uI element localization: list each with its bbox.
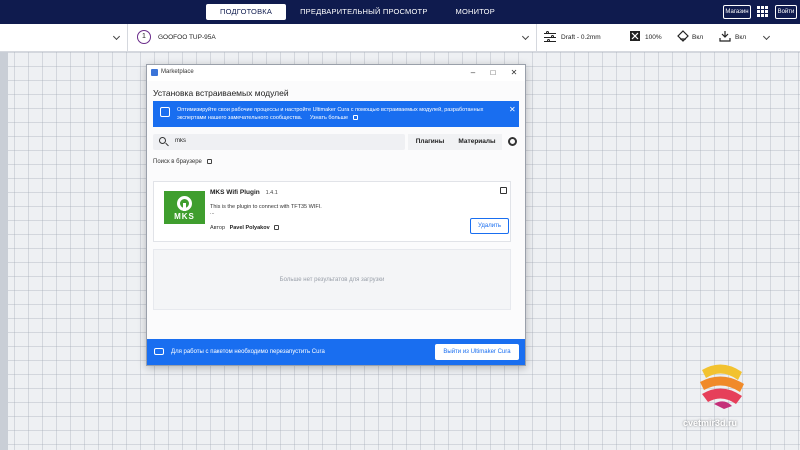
watermark-text: cvetmir3d.ru: [683, 418, 738, 428]
dialog-heading: Установка встраиваемых модулей: [153, 88, 289, 98]
plugin-name: MKS Wifi Plugin: [210, 189, 260, 196]
no-more-results: Больше нет результатов для загрузки: [153, 249, 511, 310]
window-titlebar: Marketplace – □ ✕: [147, 65, 525, 81]
adhesion-value[interactable]: Вкл: [735, 34, 746, 41]
app-icon: [151, 69, 158, 76]
tab-materials[interactable]: Материалы: [452, 134, 502, 150]
infill-icon: [630, 31, 640, 41]
package-icon: [154, 348, 164, 355]
marketplace-dialog: Marketplace – □ ✕ Установка встраиваемых…: [146, 64, 526, 366]
remove-plugin-button[interactable]: Удалить: [470, 218, 509, 234]
printer-selector[interactable]: GOOFOO TUP-95A: [158, 34, 216, 41]
tab-plugins[interactable]: Плагины: [408, 134, 452, 150]
adhesion-icon: [719, 31, 731, 42]
info-banner: Оптимизируйте свои рабочие процессы и на…: [153, 101, 519, 127]
open-external-icon[interactable]: [500, 187, 507, 194]
minimize-icon[interactable]: –: [463, 67, 483, 79]
restart-message: Для работы с пакетом необходимо перезапу…: [171, 349, 325, 355]
plugin-author-line: Автор Pavel Polyakov: [210, 225, 280, 231]
tab-monitor[interactable]: МОНИТОР: [442, 4, 509, 20]
logo-keyhole: [183, 203, 186, 211]
external-link-icon: [206, 159, 212, 164]
quit-cura-button[interactable]: Выйти из Ultimaker Cura: [435, 344, 519, 360]
gear-icon[interactable]: [508, 137, 517, 146]
window-title: Marketplace: [161, 69, 194, 75]
plugin-card: MKS MKS Wifi Plugin 1.4.1 This is the pl…: [153, 181, 511, 242]
marketplace-button[interactable]: Магазин: [723, 5, 751, 19]
logo-text: MKS: [174, 212, 195, 221]
infill-value[interactable]: 100%: [645, 34, 662, 41]
printer-extruder-badge: 1: [137, 30, 151, 44]
search-in-browser-label: Поиск в браузере: [153, 159, 202, 166]
watermark-logo: [700, 364, 744, 409]
banner-text-block: Оптимизируйте свои рабочие процессы и на…: [177, 106, 507, 122]
login-button[interactable]: Войти: [775, 5, 797, 19]
toolbar: 1 GOOFOO TUP-95A Draft - 0.2mm 100% Вкл …: [0, 24, 800, 52]
chevron-down-icon: [112, 32, 121, 41]
support-value[interactable]: Вкл: [692, 34, 703, 41]
stage-tabs: ПОДГОТОВКА ПРЕДВАРИТЕЛЬНЫЙ ПРОСМОТР МОНИ…: [206, 4, 509, 20]
plugin-description: This is the plugin to connect with TFT35…: [210, 204, 322, 210]
plugin-title: MKS Wifi Plugin 1.4.1: [210, 189, 278, 196]
tab-prepare[interactable]: ПОДГОТОВКА: [206, 4, 287, 20]
external-link-icon: [352, 115, 358, 121]
printer-chevron-down-icon[interactable]: [521, 32, 530, 41]
plugin-icon: [160, 107, 170, 117]
search-in-browser-link[interactable]: Поиск в браузере: [153, 159, 212, 165]
external-link-icon: [274, 225, 280, 231]
search-icon: [159, 137, 166, 144]
build-plate-edge: [0, 52, 8, 450]
author-label: Автор: [210, 225, 226, 231]
support-icon: [677, 30, 689, 42]
top-bar: ПОДГОТОВКА ПРЕДВАРИТЕЛЬНЫЙ ПРОСМОТР МОНИ…: [0, 0, 800, 24]
search-input[interactable]: [175, 138, 395, 144]
open-file-area[interactable]: [0, 24, 128, 52]
print-settings-icon: [544, 31, 556, 43]
plugin-logo: MKS: [164, 191, 205, 224]
maximize-icon[interactable]: □: [483, 67, 503, 79]
settings-chevron-down-icon[interactable]: [762, 32, 771, 41]
close-icon[interactable]: ✕: [504, 67, 524, 79]
learn-more-link[interactable]: Узнать больше: [310, 115, 348, 121]
banner-close-icon[interactable]: ✕: [509, 105, 516, 114]
restart-footer: Для работы с пакетом необходимо перезапу…: [147, 339, 525, 365]
plugin-version: 1.4.1: [265, 190, 278, 196]
apps-grid-icon[interactable]: [757, 6, 768, 17]
profile-label[interactable]: Draft - 0.2mm: [561, 34, 601, 41]
plugin-description-more: ...: [210, 210, 215, 216]
search-box[interactable]: [153, 134, 405, 150]
divider: [536, 24, 537, 52]
author-name[interactable]: Pavel Polyakov: [230, 225, 270, 231]
tab-preview[interactable]: ПРЕДВАРИТЕЛЬНЫЙ ПРОСМОТР: [286, 4, 441, 20]
